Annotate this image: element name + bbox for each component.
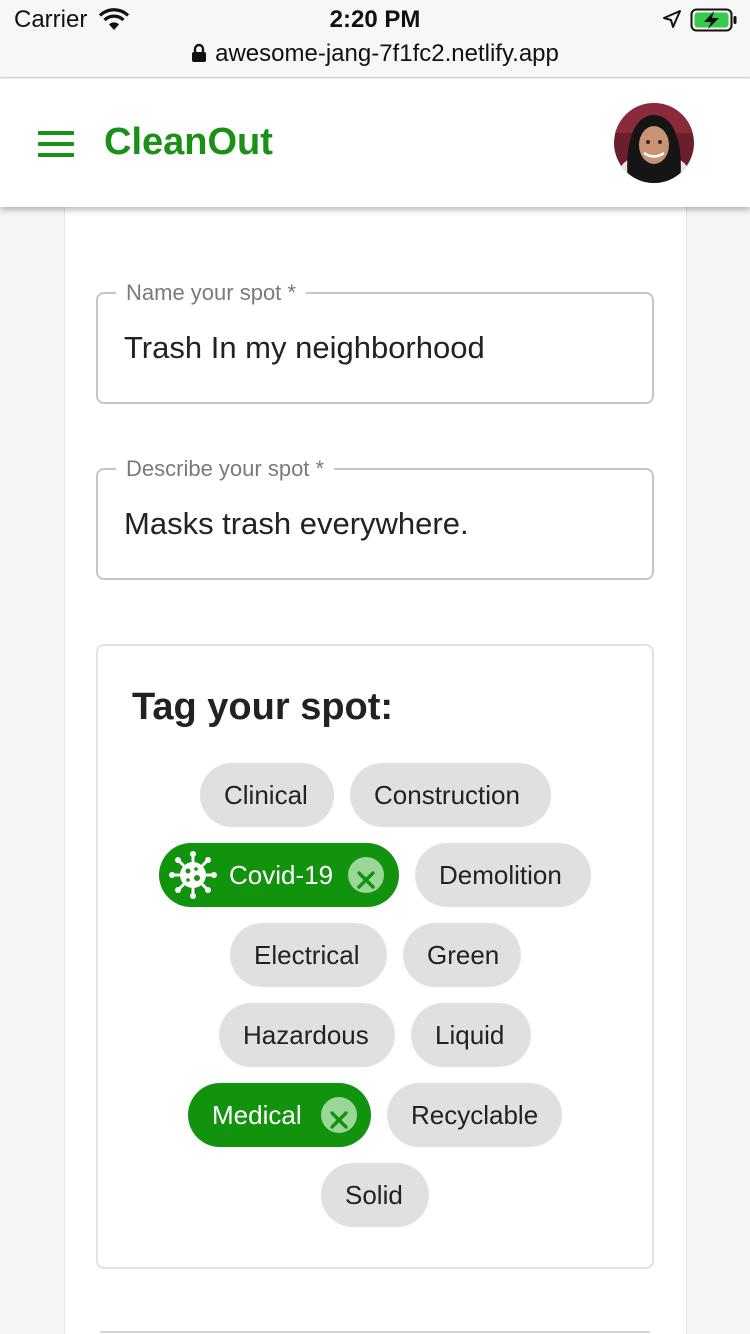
chip-label: Covid-19 [229, 860, 334, 890]
menu-icon[interactable] [38, 131, 74, 157]
chip-label: Medical [212, 1100, 302, 1130]
chip-label: Green [427, 940, 500, 970]
spot-description-field[interactable]: Describe your spot * Masks trash everywh… [96, 454, 654, 580]
chip-label: Construction [374, 780, 520, 810]
close-icon [357, 871, 375, 889]
chip-label: Clinical [224, 780, 308, 810]
tag-chip-electrical[interactable]: Electrical [230, 923, 387, 987]
tag-chip-demolition[interactable]: Demolition [415, 843, 591, 907]
chip-label: Hazardous [243, 1020, 369, 1050]
remove-tag-button[interactable] [321, 1097, 357, 1133]
tag-chip-covid-19[interactable]: Covid-19 [159, 843, 399, 907]
tag-chip-hazardous[interactable]: Hazardous [219, 1003, 395, 1067]
remove-tag-button[interactable] [348, 857, 384, 893]
close-icon [330, 1111, 348, 1129]
status-time: 2:20 PM [329, 6, 421, 33]
url-text: awesome-jang-7f1fc2.netlify.app [215, 40, 559, 67]
chip-label: Liquid [435, 1020, 505, 1050]
lock-icon [192, 43, 207, 62]
tag-chip-green[interactable]: Green [403, 923, 521, 987]
address-bar[interactable]: awesome-jang-7f1fc2.netlify.app [0, 40, 750, 68]
spot-name-label: Name your spot * [116, 278, 306, 308]
location-arrow-icon [663, 10, 681, 28]
tag-chip-clinical[interactable]: Clinical [200, 763, 334, 827]
tag-section-title: Tag your spot: [132, 686, 394, 728]
status-bar: Carrier 2:20 PM awesome-jang-7f1fc2.netl… [0, 0, 750, 78]
spot-description-label: Describe your spot * [116, 454, 335, 484]
spot-name-field[interactable]: Name your spot * Trash In my neighborhoo… [96, 278, 654, 404]
app-bar: CleanOut [0, 79, 750, 207]
virus-icon [169, 851, 217, 899]
battery-charging-icon [690, 8, 737, 32]
tag-chip-medical[interactable]: Medical [188, 1083, 371, 1147]
spot-description-input[interactable]: Masks trash everywhere. [124, 506, 469, 542]
tag-chip-construction[interactable]: Construction [350, 763, 551, 827]
spot-name-input[interactable]: Trash In my neighborhood [124, 330, 485, 366]
app-title: CleanOut [104, 121, 273, 163]
chip-label: Solid [345, 1180, 403, 1210]
chip-label: Demolition [439, 860, 562, 890]
tag-chip-recyclable[interactable]: Recyclable [387, 1083, 562, 1147]
chip-label: Recyclable [411, 1100, 539, 1130]
divider [100, 1331, 650, 1333]
tag-chip-solid[interactable]: Solid [321, 1163, 429, 1227]
chip-label: Electrical [254, 940, 360, 970]
avatar[interactable] [614, 103, 694, 183]
tag-chip-liquid[interactable]: Liquid [411, 1003, 531, 1067]
